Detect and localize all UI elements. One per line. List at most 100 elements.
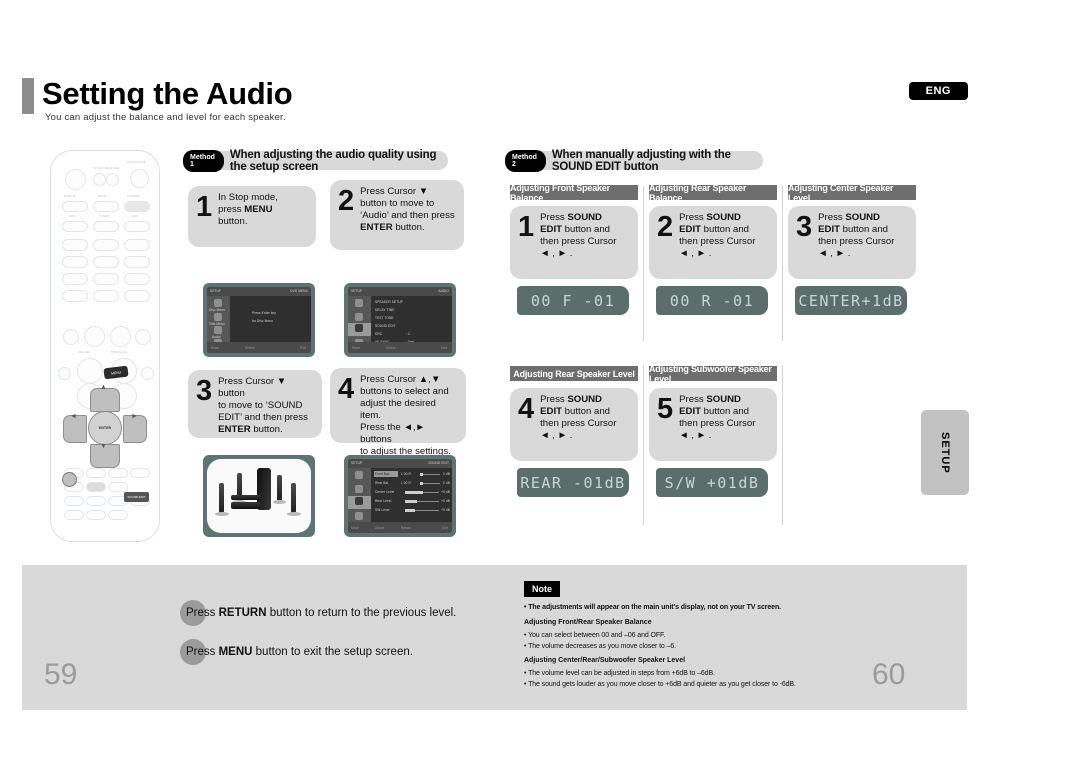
screen4-row-1-marker [420,482,423,485]
dpad-up-arrow-icon [90,388,120,412]
remote-key-8 [93,273,119,285]
screen4-row-3-bar [405,500,417,503]
screen2-foot-exit: Exit [441,346,447,350]
screen2-title-left: SETUP [351,289,363,293]
remote-dvd-label: DVD [69,215,76,218]
screen4-foot-adjust: Adjust [375,526,385,530]
screen4-row-0-label: Front Bal. [375,472,390,476]
method2-pill: Method 2 [505,149,546,172]
section-rear-balance-step-number: 2 [657,211,674,243]
section-front-balance-step-text: Press SOUND EDIT button and then press Cur… [540,212,617,259]
remote-stop-button [84,326,105,347]
screen4-foot-return: Return [401,526,412,530]
screen4-row-2-right: +0 dB [441,490,450,494]
title-accent-bar [22,78,34,114]
screen2-titlebar [348,287,452,296]
remote-standby-label: STANDBY [127,195,141,198]
remote-sound-edit-button: SOUND EDIT [124,492,149,502]
remote-key-6 [124,256,150,268]
screen1-item-disc-menu: Disc Menu [209,308,225,312]
note-tag: Note [524,581,560,597]
remote-pl2-effect-button [141,367,154,380]
remote-play-pause-button [110,326,131,347]
method2-heading: When manually adjusting with the SOUND E… [551,148,731,173]
page-title: Setting the Audio [42,76,293,111]
screen4-row-2-label: Center Level [375,490,395,494]
remote-open-close-label: OPEN/CLOSE [127,161,146,164]
page-number-right: 60 [872,658,906,691]
method2-divider-3 [643,365,644,525]
section-center-level-step: 3 Press SOUND EDIT button and then press C… [788,206,916,279]
screen4-row-4-track [415,510,439,512]
screen4-foot-exit: Exit [442,526,448,530]
home-theater-illustration [203,455,315,537]
method2-divider-2 [782,186,783,341]
screen2-row-4-label: DRC [375,332,383,336]
section-rear-balance-step-text: Press SOUND EDIT button and then press Cur… [679,212,756,259]
lcd-subwoofer-level-text: S/W +01dB [664,473,760,492]
screen2-row-4-value: : 2 [406,332,410,336]
screen1-foot-select: Select [245,346,255,350]
remote-key-5 [93,256,119,268]
screen1-title-right: DVD MENU [290,289,308,293]
remote-dvd-receiver-button [106,173,119,186]
dpad-down-glyph: ▼ [100,443,107,450]
remote-sound-button [108,510,128,520]
screen2-foot-move: Move [352,346,361,350]
section-rear-balance-header: Adjusting Rear Speaker Balance [649,183,777,203]
remote-key-4 [62,256,88,268]
remote-aux-label: AUX [132,215,138,218]
screen1-title-left: SETUP [210,289,222,293]
remote-audio-button [64,510,84,520]
screen4-row-3-label: Rear Level [375,499,392,503]
screen4-row-4-label: SW Level [375,508,390,512]
method1-step-2: 2 Press Cursor ▼ button to move to ‘Audio’… [330,180,464,250]
remote-key-7 [62,273,88,285]
footer-band [22,565,967,710]
remote-mode-button [93,201,119,212]
remote-dvdrecv-label: DVD/CD [64,195,76,198]
method2-banner: Method 2 When manually adjusting with th… [505,148,763,173]
method1-screen-4: SETUP SOUND EDIT Front Bal. L 00 R 0 dB … [344,455,456,537]
method1-step-4-number: 4 [338,373,355,405]
section-rear-level-step-number: 4 [518,393,535,425]
remote-mode-label: MODE [98,195,107,198]
lcd-front-balance-text: 00 F -01 [530,291,616,310]
lcd-rear-level-text: REAR -01dB [520,473,626,492]
lcd-rear-level: REAR -01dB [517,468,629,497]
screen1-body-line2: for Disc Menu [252,319,273,323]
remote-tuner-label: TUNER [99,215,109,218]
remote-tv-label: TV DVD RECEIVER [93,167,120,170]
lcd-rear-balance: 00 R -01 [656,286,768,315]
receiver-unit [231,502,261,509]
method1-step-2-text: Press Cursor ▼ button to move to ‘Audio’ a… [360,186,455,233]
method1-screen-1-inner: SETUP DVD MENU Disc Menu Title Menu Audi… [207,287,311,353]
page-number-left: 59 [44,658,78,691]
remote-power-button [65,169,86,190]
section-rear-level-step-text: Press SOUND EDIT button and then press Cur… [540,394,617,441]
method1-screen-2: SETUP AUDIO SPEAKER SETUP DELAY TIME TES… [344,283,456,357]
screen4-row-3-right: +0 dB [441,499,450,503]
screen4-footerbar [348,522,452,533]
method1-screen-4-inner: SETUP SOUND EDIT Front Bal. L 00 R 0 dB … [348,459,452,533]
lcd-center-level: CENTER+1dB [795,286,907,315]
section-center-level-header: Adjusting Center Speaker Level [788,183,916,203]
lcd-center-level-text: CENTER+1dB [798,291,904,310]
screen4-row-3-track [417,501,439,503]
remote-vfd-button [86,510,106,520]
setup-side-tab-label: SETUP [939,431,951,474]
section-front-balance-step: 1 Press SOUND EDIT button and then press C… [510,206,638,279]
section-subwoofer-level-header: Adjusting Subwoofer Speaker Level [649,364,777,384]
screen2-icon-audio [355,324,363,332]
screen2-icon-title-menu [355,313,363,321]
screen4-row-0-right: 0 dB [443,472,450,476]
home-theater-inner [207,459,311,533]
remote-key-1 [62,239,88,251]
screen4-row-1-value: L 00 R [401,481,411,485]
section-center-level-step-number: 3 [796,211,813,243]
remote-volume-label: VOLUME [78,351,91,354]
method1-pill: Method 1 [183,149,224,172]
screen2-row-1-label: DELAY TIME [375,308,395,312]
manual-page: Setting the Audio You can adjust the bal… [0,0,1080,763]
screen1-foot-move: Move [211,346,220,350]
